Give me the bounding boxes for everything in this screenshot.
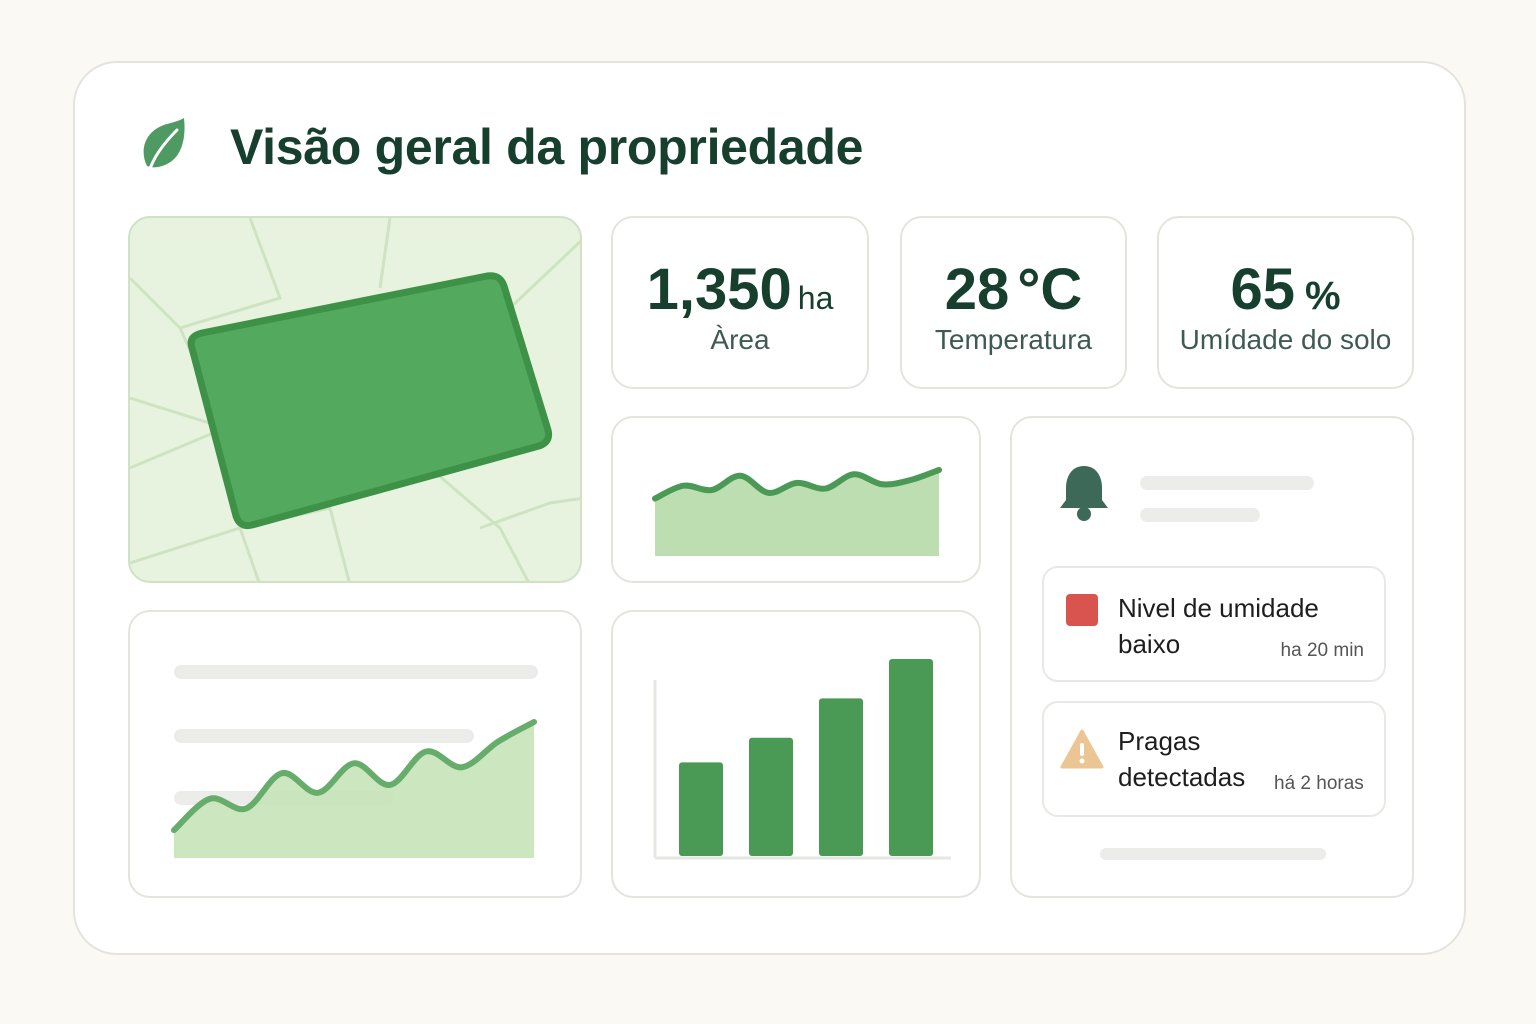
moisture-unit: % (1304, 274, 1341, 318)
stat-value: 65% (1159, 256, 1412, 323)
temperature-unit: °C (1017, 257, 1083, 322)
bar (679, 762, 723, 856)
map-illustration (130, 218, 580, 581)
placeholder-line (1140, 476, 1314, 490)
bar-chart-card[interactable] (611, 610, 981, 898)
temperature-label: Temperatura (934, 324, 1093, 355)
bar (819, 698, 863, 856)
leaf-icon (143, 118, 185, 174)
bar-chart (653, 659, 951, 860)
area-unit: ha (797, 280, 834, 316)
area-chart-card-small[interactable] (611, 416, 981, 583)
notifications-card: Nivel de umidade baixo ha 20 min Pragas … (1010, 416, 1414, 898)
area-chart-large (171, 719, 537, 858)
bar (889, 659, 933, 856)
alert-time: ha 20 min (1280, 640, 1364, 661)
area-label: Àrea (710, 324, 770, 355)
temperature-value: 28 (944, 257, 1010, 322)
stat-value: 1,350 ha (613, 256, 867, 323)
stat-card-soil-moisture: 65% Umídade do solo (1157, 216, 1414, 389)
moisture-value: 65 (1230, 257, 1295, 322)
alert-item-low-moisture[interactable]: Nivel de umidade baixo ha 20 min (1042, 566, 1386, 682)
area-chart-small (652, 467, 942, 556)
warning-triangle-icon (1060, 729, 1104, 769)
area-value: 1,350 (646, 257, 792, 322)
farm-plot[interactable] (187, 272, 553, 530)
stat-card-area: 1,350 ha Àrea (611, 216, 869, 389)
stat-value: 28 °C (902, 256, 1125, 323)
alert-time: há 2 horas (1274, 773, 1364, 794)
area-chart-card-large[interactable] (128, 610, 582, 898)
bell-icon[interactable] (1056, 462, 1112, 524)
bar (749, 737, 793, 856)
farm-map[interactable] (128, 216, 582, 583)
alert-item-pests[interactable]: Pragas detectadas há 2 horas (1042, 701, 1386, 817)
placeholder-line (1140, 508, 1260, 522)
moisture-label: Umídade do solo (1179, 324, 1392, 355)
placeholder-line (1100, 848, 1326, 860)
page-title: Visão geral da propriedade (230, 119, 864, 175)
area-fill (174, 722, 534, 858)
red-square-icon (1066, 594, 1098, 626)
stat-card-temperature: 28 °C Temperatura (900, 216, 1127, 389)
alert-text: Pragas detectadas (1118, 726, 1246, 792)
